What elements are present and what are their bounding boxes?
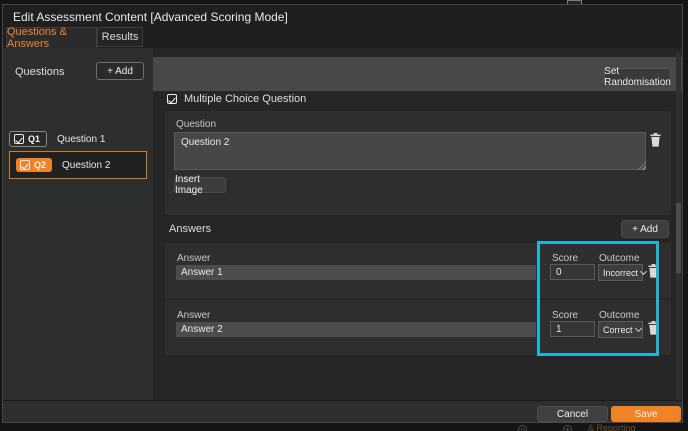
answer-1-input[interactable]	[176, 265, 536, 280]
outcome-label: Outcome	[599, 253, 640, 264]
answer-1-score-input[interactable]	[550, 264, 595, 280]
answer-row-1: Answer Score Outcome Incorrect	[165, 243, 671, 298]
score-label: Score	[552, 310, 578, 321]
editor-toolbar: Set Randomisation	[153, 57, 682, 91]
background-reporting-text: & Reporting	[588, 423, 636, 431]
set-randomisation-button[interactable]: Set Randomisation	[604, 68, 671, 85]
zoom-in-icon: +	[563, 425, 572, 431]
q1-badge[interactable]: Q1	[9, 131, 47, 147]
answer-label: Answer	[177, 253, 210, 264]
insert-image-button[interactable]: Insert Image	[174, 177, 226, 193]
answer-2-input[interactable]	[176, 322, 536, 337]
outcome-label: Outcome	[599, 310, 640, 321]
delete-question-icon[interactable]	[650, 133, 661, 147]
mcq-toggle-row: Multiple Choice Question	[167, 93, 306, 105]
q2-checkbox-icon[interactable]	[20, 160, 30, 170]
q2-badge[interactable]: Q2	[16, 158, 52, 172]
screen: − + & Reporting Edit Assessment Content …	[0, 0, 688, 431]
answer-row-2: Answer Score Outcome Correct	[165, 300, 671, 355]
mcq-label: Multiple Choice Question	[184, 93, 306, 105]
answer-2-outcome-select[interactable]: Correct	[598, 321, 643, 338]
question-textarea[interactable]: Question 2	[174, 132, 646, 170]
edit-assessment-dialog: Edit Assessment Content [Advanced Scorin…	[2, 4, 683, 423]
zoom-out-icon: −	[518, 425, 527, 431]
q2-label: Question 2	[62, 160, 110, 171]
answer-1-outcome-value: Incorrect	[603, 268, 638, 278]
delete-answer-2-icon[interactable]	[648, 321, 659, 335]
q1-checkbox-icon[interactable]	[14, 134, 24, 144]
answer-2-outcome-value: Correct	[603, 325, 633, 335]
questions-sidebar: Questions + Add Q1 Question 1 Q2 Questio…	[3, 48, 153, 400]
mcq-checkbox[interactable]	[167, 94, 177, 104]
question-section: Question Question 2 Insert Image	[165, 111, 671, 215]
add-answer-button[interactable]: + Add	[621, 220, 669, 238]
tab-results[interactable]: Results	[97, 27, 143, 47]
question-list-item-q1[interactable]: Q1 Question 1	[9, 128, 147, 150]
dialog-title: Edit Assessment Content [Advanced Scorin…	[13, 10, 288, 24]
delete-answer-1-icon[interactable]	[648, 264, 659, 278]
chevron-down-icon	[640, 268, 647, 275]
q2-badge-label: Q2	[34, 160, 46, 170]
question-list-item-q2[interactable]: Q2 Question 2	[9, 151, 147, 179]
answer-1-outcome-select[interactable]: Incorrect	[598, 264, 643, 281]
question-label: Question	[176, 119, 216, 130]
q1-badge-label: Q1	[28, 134, 40, 144]
score-label: Score	[552, 253, 578, 264]
questions-heading: Questions	[15, 66, 65, 78]
scrollbar-track[interactable]	[676, 53, 681, 400]
scrollbar-thumb[interactable]	[676, 203, 681, 273]
q1-label: Question 1	[57, 134, 105, 145]
answers-heading: Answers	[169, 223, 211, 235]
save-button[interactable]: Save	[611, 406, 681, 422]
cancel-button[interactable]: Cancel	[537, 406, 608, 422]
add-question-button[interactable]: + Add	[96, 62, 144, 80]
tab-questions-answers[interactable]: Questions & Answers	[6, 27, 97, 48]
answer-label: Answer	[177, 310, 210, 321]
answer-2-score-input[interactable]	[550, 321, 595, 337]
chevron-down-icon	[634, 325, 641, 332]
